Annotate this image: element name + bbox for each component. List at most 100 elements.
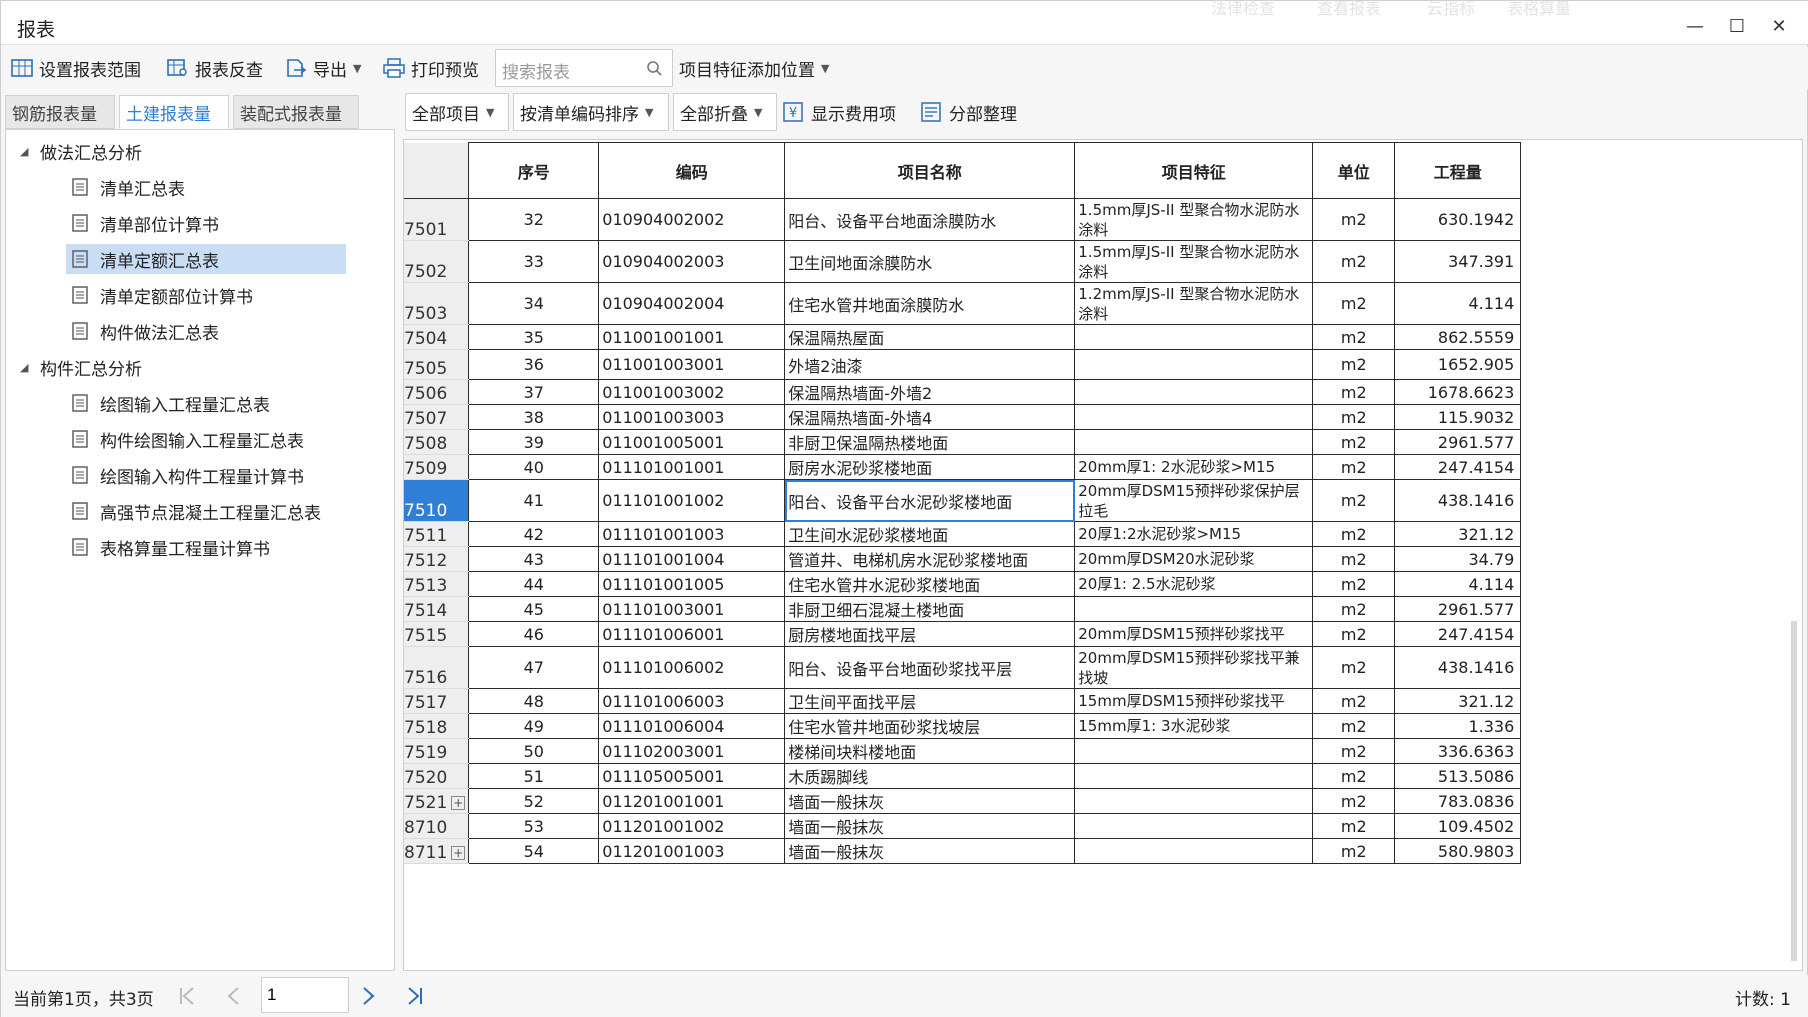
report-search-input[interactable]: 搜索报表 (495, 49, 673, 87)
cell-quantity[interactable]: 321.12 (1394, 688, 1522, 714)
tab-prefab-report[interactable]: 装配式报表量 (233, 95, 359, 129)
cell-no[interactable]: 45 (468, 596, 600, 622)
first-page-icon[interactable] (177, 985, 197, 1007)
cell-unit[interactable]: m2 (1312, 713, 1396, 739)
sort-dropdown[interactable]: 按清单编码排序 ▼ (513, 93, 669, 131)
cell-code[interactable]: 011101006003 (598, 688, 786, 714)
minimize-icon[interactable]: — (1683, 15, 1707, 39)
tab-rebar-report[interactable]: 钢筋报表量 (5, 95, 115, 129)
cell-no[interactable]: 42 (468, 521, 600, 547)
cell-unit[interactable]: m2 (1312, 688, 1396, 714)
cell-no[interactable]: 51 (468, 763, 600, 789)
table-row[interactable]: 7511 42 011101001003 卫生间水泥砂浆楼地面 20厚1:2水泥砂浆>M… (404, 521, 1522, 547)
cell-name[interactable]: 管道井、电梯机房水泥砂浆楼地面 (784, 546, 1076, 572)
cell-name[interactable]: 保温隔热屋面 (784, 324, 1076, 350)
cell-name[interactable]: 阳台、设备平台水泥砂浆楼地面 (784, 479, 1076, 522)
cell-name[interactable]: 住宅水管井地面砂浆找坡层 (784, 713, 1076, 739)
search-icon[interactable] (646, 60, 662, 76)
export-button[interactable]: 导出 ▼ (285, 53, 361, 83)
table-row[interactable]: 7501 32 010904002002 阳台、设备平台地面涂膜防水 1.5mm厚JS-… (404, 198, 1522, 241)
cell-unit[interactable]: m2 (1312, 379, 1396, 405)
tree-item-bill-quota-summary[interactable]: 清单定额汇总表 (66, 244, 346, 274)
cell-name[interactable]: 住宅水管井地面涂膜防水 (784, 282, 1076, 325)
tree-item-bill-summary[interactable]: 清单汇总表 (72, 172, 185, 202)
tree-item-high-strength-concrete[interactable]: 高强节点混凝土工程量汇总表 (72, 496, 321, 526)
cell-name[interactable]: 阳台、设备平台地面涂膜防水 (784, 198, 1076, 241)
cell-quantity[interactable]: 513.5086 (1394, 763, 1522, 789)
cell-quantity[interactable]: 862.5559 (1394, 324, 1522, 350)
cell-feature[interactable] (1074, 738, 1314, 764)
organize-button[interactable]: 分部整理 (921, 97, 1017, 127)
cell-no[interactable]: 38 (468, 404, 600, 430)
cell-code[interactable]: 011102003001 (598, 738, 786, 764)
table-row[interactable]: 7516 47 011101006002 阳台、设备平台地面砂浆找平层 20mm厚DSM… (404, 646, 1522, 689)
tree-item-bill-part-calc[interactable]: 清单部位计算书 (72, 208, 219, 238)
cell-no[interactable]: 43 (468, 546, 600, 572)
cell-feature[interactable]: 1.5mm厚JS-II 型聚合物水泥防水涂料 (1074, 198, 1314, 241)
cell-name[interactable]: 卫生间地面涂膜防水 (784, 240, 1076, 283)
table-row[interactable]: 7503 34 010904002004 住宅水管井地面涂膜防水 1.2mm厚JS-II… (404, 282, 1522, 325)
vertical-scrollbar[interactable] (1791, 621, 1797, 961)
cell-name[interactable]: 非厨卫细石混凝土楼地面 (784, 596, 1076, 622)
cell-feature[interactable] (1074, 838, 1314, 864)
table-row[interactable]: 7502 33 010904002003 卫生间地面涂膜防水 1.5mm厚JS-II 型… (404, 240, 1522, 283)
expand-plus-icon[interactable]: + (451, 796, 466, 810)
cell-feature[interactable]: 1.2mm厚JS-II 型聚合物水泥防水涂料 (1074, 282, 1314, 325)
cell-code[interactable]: 011001005001 (598, 429, 786, 455)
cell-no[interactable]: 40 (468, 454, 600, 480)
cell-feature[interactable] (1074, 349, 1314, 380)
cell-name[interactable]: 阳台、设备平台地面砂浆找平层 (784, 646, 1076, 689)
table-row[interactable]: 7521 +52 011201001001 墙面一般抹灰 m2 783.0836 (404, 788, 1522, 814)
next-page-icon[interactable] (359, 985, 379, 1007)
expand-plus-icon[interactable]: + (451, 846, 466, 860)
cell-feature[interactable] (1074, 763, 1314, 789)
cell-no[interactable]: 53 (468, 813, 600, 839)
tab-civil-report[interactable]: 土建报表量 (119, 95, 229, 129)
tree-item-bill-quota-part-calc[interactable]: 清单定额部位计算书 (72, 280, 253, 310)
cell-unit[interactable]: m2 (1312, 546, 1396, 572)
cell-name[interactable]: 墙面一般抹灰 (784, 813, 1076, 839)
cell-unit[interactable]: m2 (1312, 404, 1396, 430)
table-row[interactable]: 7513 44 011101001005 住宅水管井水泥砂浆楼地面 20厚1: 2.5水… (404, 571, 1522, 597)
feature-position-dropdown[interactable]: 项目特征添加位置 ▼ (679, 53, 829, 83)
cell-quantity[interactable]: 1.336 (1394, 713, 1522, 739)
cell-quantity[interactable]: 347.391 (1394, 240, 1522, 283)
print-preview-button[interactable]: 打印预览 (383, 53, 479, 83)
cell-code[interactable]: 011101006001 (598, 621, 786, 647)
cell-no[interactable]: 33 (468, 240, 600, 283)
table-row[interactable]: 7515 46 011101006001 厨房楼地面找平层 20mm厚DSM15预拌砂浆… (404, 621, 1522, 647)
cell-code[interactable]: 011001003001 (598, 349, 786, 380)
cell-name[interactable]: 卫生间水泥砂浆楼地面 (784, 521, 1076, 547)
cell-quantity[interactable]: 580.9803 (1394, 838, 1522, 864)
cell-quantity[interactable]: 336.6363 (1394, 738, 1522, 764)
column-header-quantity[interactable]: 工程量 (1394, 142, 1522, 199)
cell-no[interactable]: 50 (468, 738, 600, 764)
cell-unit[interactable]: m2 (1312, 282, 1396, 325)
cell-feature[interactable]: 20mm厚1: 2水泥砂浆>M15 (1074, 454, 1314, 480)
cell-feature[interactable]: 20厚1: 2.5水泥砂浆 (1074, 571, 1314, 597)
table-row[interactable]: 7517 48 011101006003 卫生间平面找平层 15mm厚DSM15预拌砂浆… (404, 688, 1522, 714)
cell-feature[interactable] (1074, 324, 1314, 350)
cell-quantity[interactable]: 247.4154 (1394, 621, 1522, 647)
cell-code[interactable]: 011201001002 (598, 813, 786, 839)
cell-quantity[interactable]: 1678.6623 (1394, 379, 1522, 405)
table-row[interactable]: 7510 41 011101001002 阳台、设备平台水泥砂浆楼地面 20mm厚DSM… (404, 479, 1522, 522)
cell-quantity[interactable]: 783.0836 (1394, 788, 1522, 814)
cell-no[interactable]: 49 (468, 713, 600, 739)
cell-no[interactable]: 34 (468, 282, 600, 325)
cell-unit[interactable]: m2 (1312, 240, 1396, 283)
table-row[interactable]: 7506 37 011001003002 保温隔热墙面-外墙2 m2 1678.6623 (404, 379, 1522, 405)
cell-name[interactable]: 外墙2油漆 (784, 349, 1076, 380)
cell-no[interactable]: 32 (468, 198, 600, 241)
cell-no[interactable]: 37 (468, 379, 600, 405)
cell-quantity[interactable]: 438.1416 (1394, 479, 1522, 522)
table-row[interactable]: 7519 50 011102003001 楼梯间块料楼地面 m2 336.6363 (404, 738, 1522, 764)
cell-unit[interactable]: m2 (1312, 646, 1396, 689)
cell-name[interactable]: 非厨卫保温隔热楼地面 (784, 429, 1076, 455)
cell-code[interactable]: 011101003001 (598, 596, 786, 622)
cell-code[interactable]: 011101001001 (598, 454, 786, 480)
cell-name[interactable]: 墙面一般抹灰 (784, 788, 1076, 814)
tree-group-component-summary[interactable]: ◢ 构件汇总分析 (20, 352, 142, 382)
cell-code[interactable]: 011001003003 (598, 404, 786, 430)
table-row[interactable]: 7509 40 011101001001 厨房水泥砂浆楼地面 20mm厚1: 2水泥砂浆… (404, 454, 1522, 480)
